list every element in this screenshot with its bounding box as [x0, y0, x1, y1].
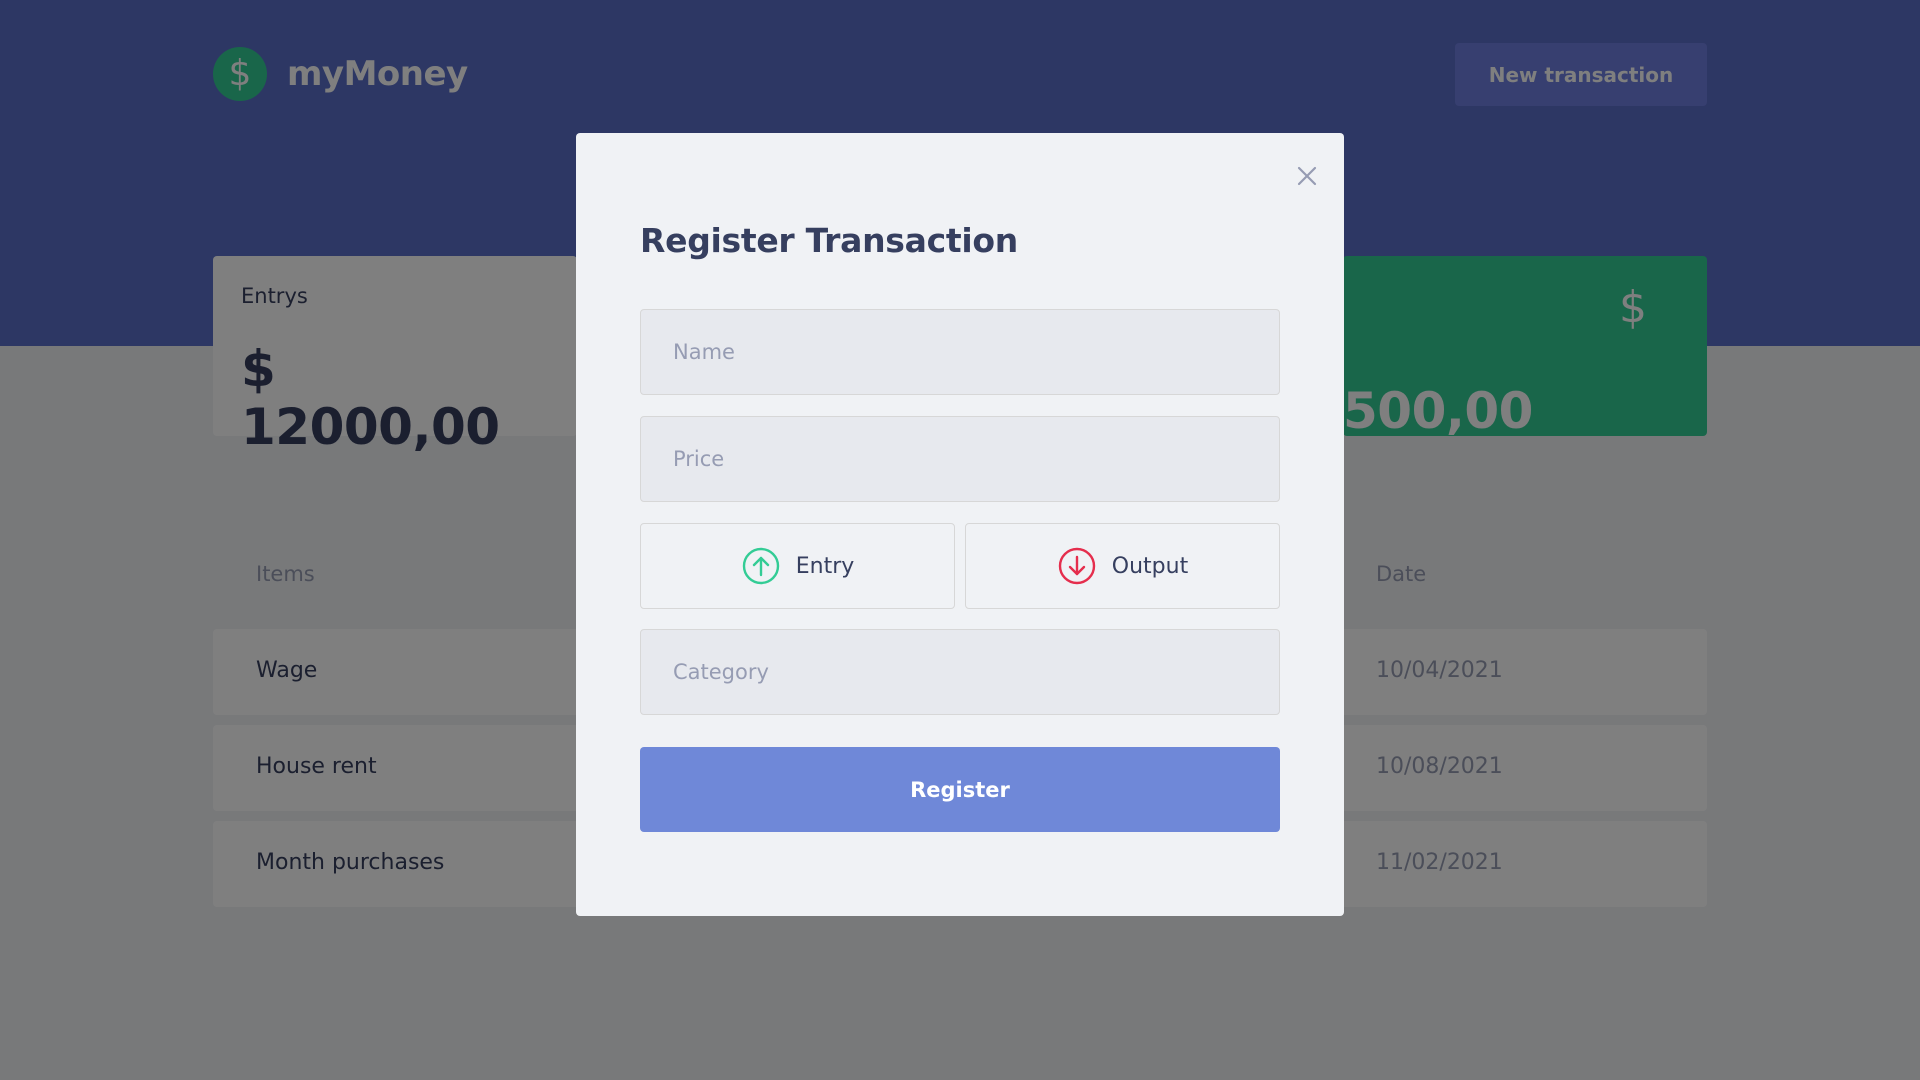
output-type-button[interactable]: Output	[965, 523, 1280, 609]
output-label: Output	[1111, 553, 1189, 579]
name-input[interactable]	[640, 309, 1280, 395]
category-input[interactable]	[640, 629, 1280, 715]
arrow-up-circle-icon	[742, 547, 779, 585]
register-button[interactable]: Register	[640, 747, 1280, 832]
entry-type-button[interactable]: Entry	[640, 523, 955, 609]
close-icon	[1297, 166, 1317, 186]
arrow-down-circle-icon	[1058, 547, 1095, 585]
register-transaction-modal: Register Transaction Entry Output Regist…	[576, 133, 1344, 916]
close-button[interactable]	[1292, 161, 1322, 191]
price-input[interactable]	[640, 416, 1280, 502]
modal-title: Register Transaction	[640, 221, 1018, 260]
entry-label: Entry	[795, 553, 855, 579]
